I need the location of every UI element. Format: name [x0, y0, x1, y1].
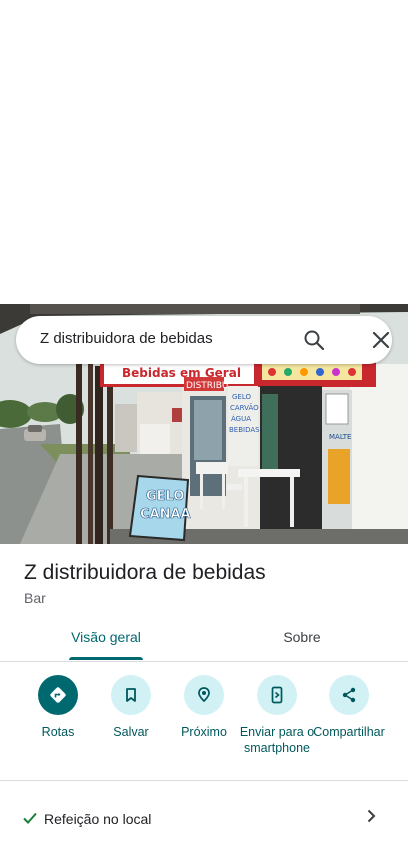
dine-in-row[interactable]: Refeição no local — [0, 796, 408, 840]
share-button[interactable]: Compartilhar — [308, 675, 390, 740]
checkmark-icon — [22, 810, 38, 826]
place-category: Bar — [24, 590, 46, 606]
active-tab-indicator — [69, 657, 143, 660]
wall-sign-line-2: CARVÃO — [230, 403, 259, 412]
left-sign-text: DISTRIBU — [186, 381, 228, 391]
search-query[interactable]: Z distribuidora de bebidas — [40, 330, 213, 347]
wall-sign-line-3: ÁGUA — [231, 414, 251, 423]
action-buttons: Rotas Salvar Próximo Enviar para o smart… — [0, 662, 408, 780]
directions-label: Rotas — [41, 725, 75, 739]
send-to-phone-label: Enviar para o smartphone — [239, 725, 315, 755]
share-label: Compartilhar — [313, 725, 385, 739]
share-icon — [329, 675, 369, 715]
directions-button[interactable]: Rotas — [17, 675, 99, 740]
search-icon[interactable] — [302, 328, 326, 352]
placard-line-1: GELO — [146, 489, 184, 504]
poster-text: MALTE — [329, 433, 351, 441]
wall-sign-line-1: GELO — [232, 393, 251, 401]
nearby-label: Próximo — [181, 725, 227, 739]
tab-about[interactable]: Sobre — [230, 620, 374, 661]
placard-line-2: CANAA — [140, 507, 191, 522]
place-title: Z distribuidora de bebidas — [24, 561, 266, 584]
dine-in-text: Refeição no local — [44, 811, 152, 827]
search-bar[interactable]: Z distribuidora de bebidas — [16, 316, 392, 364]
send-to-phone-button[interactable]: Enviar para o smartphone — [236, 675, 318, 756]
nearby-button[interactable]: Próximo — [163, 675, 245, 740]
save-button[interactable]: Salvar — [90, 675, 172, 740]
place-tabs: Visão geral Sobre — [0, 620, 408, 662]
send-to-phone-icon — [257, 675, 297, 715]
wall-sign-line-4: BEBIDAS — [229, 426, 260, 434]
section-divider — [0, 780, 408, 781]
close-icon[interactable] — [369, 328, 393, 352]
save-label: Salvar — [113, 725, 149, 739]
tab-overview[interactable]: Visão geral — [34, 620, 178, 661]
directions-icon — [38, 675, 78, 715]
bookmark-icon — [111, 675, 151, 715]
nearby-icon — [184, 675, 224, 715]
chevron-right-icon[interactable] — [363, 808, 379, 824]
map-area-blank — [0, 0, 408, 304]
